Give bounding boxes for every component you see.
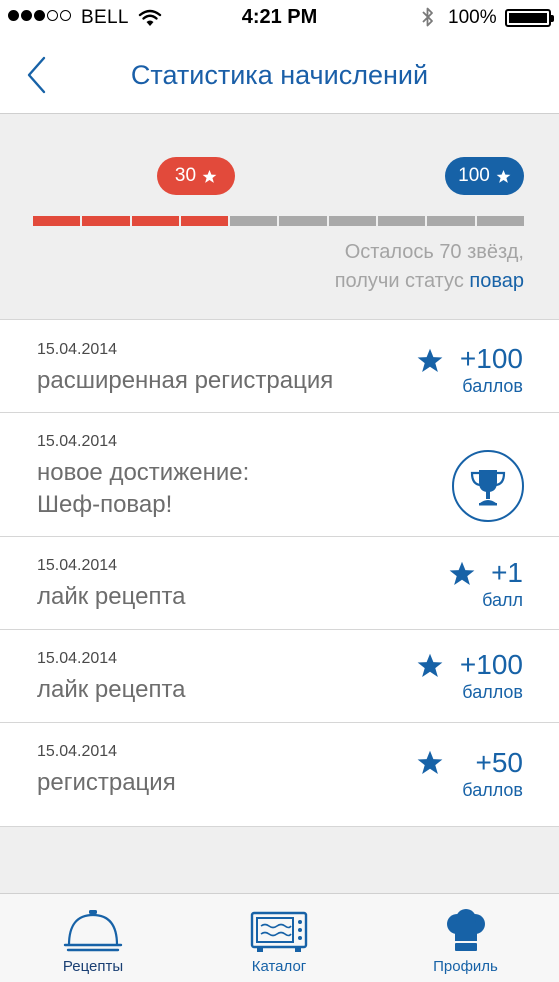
current-stars-badge: 30	[157, 157, 235, 195]
accruals-list: 15.04.2014 расширенная регистрация +100 …	[0, 321, 559, 827]
entry-points: +1	[491, 557, 523, 588]
entry-title-line: Шеф-повар!	[37, 491, 173, 518]
entry-title: лайк рецепта	[37, 676, 186, 703]
entry-date: 15.04.2014	[37, 433, 118, 450]
entry-title: расширенная регистрация	[37, 367, 334, 394]
page-title: Статистика начислений	[130, 60, 429, 90]
progress-segment	[378, 216, 426, 226]
tab-label: Рецепты	[62, 958, 124, 975]
list-item[interactable]: 15.04.2014 лайк рецепта +100 баллов	[0, 630, 559, 723]
progress-bar	[33, 216, 524, 226]
entry-unit: баллов	[462, 376, 523, 396]
entry-points: +100	[459, 343, 523, 374]
oven-icon	[250, 911, 308, 952]
tab-label: Каталог	[251, 958, 307, 975]
list-item[interactable]: 15.04.2014 расширенная регистрация +100 …	[0, 321, 559, 413]
current-stars-value: 30	[174, 165, 197, 186]
entry-date: 15.04.2014	[37, 650, 118, 667]
progress-segment	[33, 216, 81, 226]
list-item[interactable]: 15.04.2014 лайк рецепта +1 балл	[0, 537, 559, 630]
star-icon	[496, 169, 511, 183]
progress-segment	[328, 216, 377, 226]
entry-points: +50	[475, 747, 524, 778]
entry-date: 15.04.2014	[37, 743, 118, 760]
entry-title-line: новое достижение:	[37, 459, 250, 486]
entry-unit: балл	[482, 590, 523, 610]
remaining-text: Осталось 70 звёзд,	[344, 241, 524, 263]
navigation-bar: Статистика начислений	[0, 36, 559, 114]
entry-points: +100	[459, 649, 523, 680]
entry-title: новое достижение: Шеф-повар!	[37, 457, 249, 521]
entry-title: лайк рецепта	[37, 583, 186, 610]
target-stars-badge: 100	[445, 157, 524, 195]
progress-segment	[131, 216, 179, 226]
empty-space	[0, 827, 559, 893]
tab-recipes[interactable]: Рецепты	[0, 894, 186, 982]
list-item[interactable]: 15.04.2014 регистрация +50 баллов	[0, 723, 559, 827]
cloche-icon	[63, 910, 123, 952]
entry-title: регистрация	[37, 769, 176, 796]
battery-percent: 100%	[448, 7, 497, 28]
star-icon	[417, 750, 443, 774]
progress-segment	[476, 216, 524, 226]
entry-unit: баллов	[462, 682, 523, 702]
star-icon	[417, 653, 443, 677]
progress-panel: 30 100 Осталось 70 звёзд, получи статус …	[0, 114, 559, 320]
progress-segment	[279, 216, 327, 226]
list-item[interactable]: 15.04.2014 новое достижение: Шеф-повар!	[0, 413, 559, 537]
progress-segment	[230, 216, 278, 226]
entry-date: 15.04.2014	[37, 341, 118, 358]
star-icon	[202, 169, 217, 183]
tab-profile[interactable]: Профиль	[372, 894, 559, 982]
star-icon	[449, 561, 475, 585]
screen: BELL 4:21 PM 100% Статистика начислений	[0, 0, 559, 982]
battery-icon	[505, 9, 554, 27]
target-stars-value: 100	[458, 165, 490, 186]
next-status-link[interactable]: повар	[469, 270, 524, 292]
tab-catalog[interactable]: Каталог	[186, 894, 372, 982]
tab-bar: Рецепты Каталог Профиль	[0, 893, 559, 982]
next-status-prefix: получи статус	[334, 270, 470, 292]
bluetooth-icon	[421, 6, 435, 33]
remaining-info: Осталось 70 звёзд, получи статус повар	[335, 238, 524, 296]
progress-segment	[427, 216, 475, 226]
status-bar: BELL 4:21 PM 100%	[0, 0, 559, 36]
progress-segment	[180, 216, 229, 226]
trophy-icon	[452, 450, 524, 522]
tab-label: Профиль	[433, 958, 498, 975]
entry-date: 15.04.2014	[37, 557, 118, 574]
chef-hat-icon	[446, 909, 485, 951]
entry-unit: баллов	[462, 780, 523, 800]
progress-segment	[82, 216, 130, 226]
star-icon	[417, 348, 443, 372]
